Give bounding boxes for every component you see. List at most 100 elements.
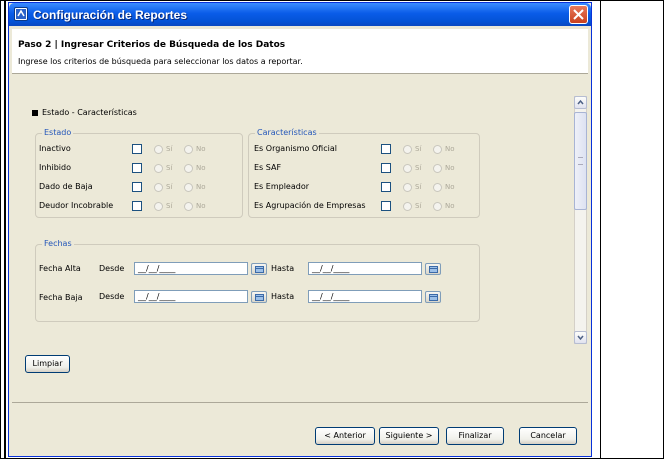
radio-no-label: No bbox=[445, 202, 455, 210]
estado-inhibido-yes-radio[interactable] bbox=[154, 164, 163, 173]
fecha-baja-desde-calendar-button[interactable] bbox=[251, 291, 267, 303]
calendar-icon bbox=[255, 266, 264, 273]
radio-yes-label: Sí bbox=[166, 202, 173, 210]
scroll-thumb[interactable] bbox=[574, 112, 587, 210]
estado-row-label: Dado de Baja bbox=[39, 182, 93, 191]
cancelar-button[interactable]: Cancelar bbox=[519, 427, 577, 445]
app-icon bbox=[14, 7, 28, 21]
desde-label: Desde bbox=[99, 292, 125, 301]
estado-row-label: Inactivo bbox=[39, 144, 71, 153]
fecha-alta-hasta-input[interactable]: __/__/____ bbox=[308, 262, 422, 275]
estado-inhibido-no-radio[interactable] bbox=[184, 164, 193, 173]
es-empleador-yes-radio[interactable] bbox=[403, 183, 412, 192]
window-title: Configuración de Reportes bbox=[33, 8, 188, 22]
radio-yes-label: Sí bbox=[166, 145, 173, 153]
step-title: Paso 2 | Ingresar Criterios de Búsqueda … bbox=[18, 40, 286, 50]
es-organismo-yes-radio[interactable] bbox=[403, 145, 412, 154]
title-bar[interactable]: Configuración de Reportes bbox=[9, 3, 591, 26]
caracteristicas-group: Características Es Organismo Oficial Sí … bbox=[248, 128, 480, 218]
estado-dado-baja-checkbox[interactable] bbox=[132, 182, 142, 192]
estado-deudor-checkbox[interactable] bbox=[132, 201, 142, 211]
hasta-label: Hasta bbox=[271, 264, 295, 273]
es-organismo-checkbox[interactable] bbox=[381, 144, 391, 154]
caracteristicas-row-label: Es Empleador bbox=[254, 182, 309, 191]
calendar-icon bbox=[429, 294, 438, 301]
right-border-line bbox=[600, 0, 601, 459]
estado-deudor-no-radio[interactable] bbox=[184, 202, 193, 211]
radio-no-label: No bbox=[196, 183, 206, 191]
caracteristicas-legend: Características bbox=[255, 128, 319, 137]
radio-no-label: No bbox=[445, 164, 455, 172]
radio-no-label: No bbox=[196, 164, 206, 172]
close-icon bbox=[573, 9, 584, 20]
caracteristicas-row-label: Es Agrupación de Empresas bbox=[254, 201, 366, 210]
radio-no-label: No bbox=[196, 145, 206, 153]
estado-inactivo-checkbox[interactable] bbox=[132, 144, 142, 154]
criteria-scroll-panel: Estado - Características Estado Inactivo… bbox=[22, 91, 587, 373]
radio-yes-label: Sí bbox=[415, 183, 422, 191]
vertical-scrollbar[interactable] bbox=[574, 96, 587, 344]
radio-yes-label: Sí bbox=[415, 202, 422, 210]
fecha-alta-label: Fecha Alta bbox=[39, 264, 81, 273]
desde-label: Desde bbox=[99, 264, 125, 273]
estado-inactivo-no-radio[interactable] bbox=[184, 145, 193, 154]
hasta-label: Hasta bbox=[271, 292, 295, 301]
siguiente-button[interactable]: Siguiente > bbox=[379, 427, 439, 445]
fecha-baja-label: Fecha Baja bbox=[39, 293, 83, 302]
estado-legend: Estado bbox=[42, 128, 74, 137]
estado-dado-baja-yes-radio[interactable] bbox=[154, 183, 163, 192]
collapse-toggle-icon[interactable] bbox=[32, 110, 38, 116]
radio-yes-label: Sí bbox=[166, 183, 173, 191]
es-agrupacion-checkbox[interactable] bbox=[381, 201, 391, 211]
estado-inhibido-checkbox[interactable] bbox=[132, 163, 142, 173]
fecha-alta-hasta-calendar-button[interactable] bbox=[425, 263, 441, 275]
scroll-thumb-grip bbox=[578, 157, 583, 165]
section-title: Estado - Características bbox=[42, 108, 137, 117]
fecha-baja-hasta-calendar-button[interactable] bbox=[425, 291, 441, 303]
radio-yes-label: Sí bbox=[415, 145, 422, 153]
calendar-icon bbox=[255, 294, 264, 301]
fechas-legend: Fechas bbox=[42, 239, 74, 248]
scroll-up-button[interactable] bbox=[574, 96, 587, 109]
es-organismo-no-radio[interactable] bbox=[433, 145, 442, 154]
estado-group: Estado Inactivo Sí No Inhibido Sí No Dad… bbox=[35, 128, 243, 218]
left-border-line bbox=[4, 0, 6, 459]
fecha-alta-desde-input[interactable]: __/__/____ bbox=[134, 262, 248, 275]
step-header: Paso 2 | Ingresar Criterios de Búsqueda … bbox=[12, 29, 588, 74]
scroll-up-icon bbox=[577, 99, 584, 105]
bottom-separator bbox=[12, 402, 588, 403]
fecha-baja-desde-input[interactable]: __/__/____ bbox=[134, 290, 248, 303]
estado-dado-baja-no-radio[interactable] bbox=[184, 183, 193, 192]
scroll-down-icon bbox=[577, 335, 584, 341]
estado-row-label: Deudor Incobrable bbox=[39, 201, 114, 210]
estado-inactivo-yes-radio[interactable] bbox=[154, 145, 163, 154]
es-saf-yes-radio[interactable] bbox=[403, 164, 412, 173]
calendar-icon bbox=[429, 266, 438, 273]
radio-no-label: No bbox=[445, 183, 455, 191]
limpiar-button[interactable]: Limpiar bbox=[25, 355, 70, 373]
dialog-window: Configuración de Reportes Paso 2 | Ingre… bbox=[8, 2, 592, 457]
es-empleador-no-radio[interactable] bbox=[433, 183, 442, 192]
estado-deudor-yes-radio[interactable] bbox=[154, 202, 163, 211]
es-agrupacion-no-radio[interactable] bbox=[433, 202, 442, 211]
estado-row-label: Inhibido bbox=[39, 163, 71, 172]
es-agrupacion-yes-radio[interactable] bbox=[403, 202, 412, 211]
anterior-button[interactable]: < Anterior bbox=[315, 427, 375, 445]
caracteristicas-row-label: Es Organismo Oficial bbox=[254, 144, 337, 153]
es-saf-checkbox[interactable] bbox=[381, 163, 391, 173]
finalizar-button[interactable]: Finalizar bbox=[446, 427, 504, 445]
radio-yes-label: Sí bbox=[415, 164, 422, 172]
radio-no-label: No bbox=[196, 202, 206, 210]
fechas-group: Fechas Fecha Alta Desde __/__/____ Hasta… bbox=[35, 239, 480, 322]
radio-no-label: No bbox=[445, 145, 455, 153]
fecha-alta-desde-calendar-button[interactable] bbox=[251, 263, 267, 275]
radio-yes-label: Sí bbox=[166, 164, 173, 172]
step-description: Ingrese los criterios de búsqueda para s… bbox=[18, 57, 303, 66]
es-saf-no-radio[interactable] bbox=[433, 164, 442, 173]
caracteristicas-row-label: Es SAF bbox=[254, 163, 282, 172]
es-empleador-checkbox[interactable] bbox=[381, 182, 391, 192]
close-button[interactable] bbox=[569, 5, 588, 24]
scroll-down-button[interactable] bbox=[574, 331, 587, 344]
fecha-baja-hasta-input[interactable]: __/__/____ bbox=[308, 290, 422, 303]
dialog-body: Paso 2 | Ingresar Criterios de Búsqueda … bbox=[12, 29, 588, 453]
